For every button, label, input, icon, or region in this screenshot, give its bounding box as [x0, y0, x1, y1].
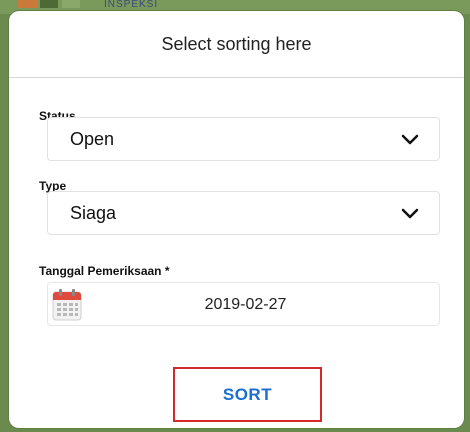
- chevron-down-icon: [401, 134, 419, 145]
- background-label: INSPEKSI: [104, 0, 159, 10]
- background-chip: [62, 0, 80, 8]
- modal-title: Select sorting here: [161, 34, 312, 54]
- type-select[interactable]: Siaga: [47, 191, 440, 235]
- status-value: Open: [70, 129, 115, 149]
- sort-button[interactable]: SORT: [173, 367, 322, 422]
- date-value: 2019-02-27: [204, 296, 287, 313]
- sort-modal: Select sorting here Status Open Type Sia…: [9, 11, 464, 428]
- background-chip: [40, 0, 58, 8]
- date-field[interactable]: 2019-02-27: [47, 282, 440, 326]
- type-value: Siaga: [70, 203, 117, 223]
- chevron-down-icon: [401, 208, 419, 219]
- status-select[interactable]: Open: [47, 117, 440, 161]
- date-label: Tanggal Pemeriksaan *: [39, 264, 170, 278]
- background-chip: [18, 0, 38, 8]
- modal-header: Select sorting here: [9, 11, 464, 78]
